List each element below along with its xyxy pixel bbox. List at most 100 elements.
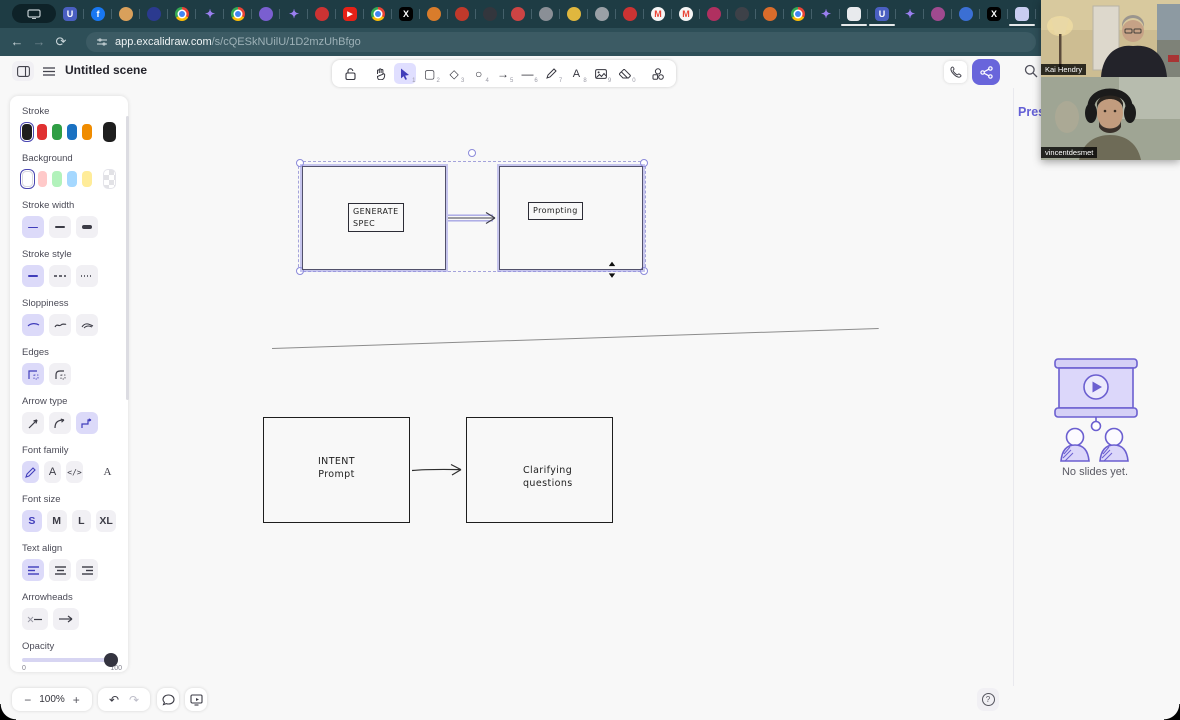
stroke-style-dotted[interactable]: [76, 265, 98, 287]
tab-search-pill[interactable]: [12, 4, 56, 23]
stroke-width-extrabold[interactable]: [76, 216, 98, 238]
stroke-color-black[interactable]: [19, 122, 35, 142]
intent-prompt-text[interactable]: INTENT Prompt: [264, 456, 409, 482]
font-hand-drawn[interactable]: [22, 461, 39, 483]
participant-video-2[interactable]: vincentdesmet: [1041, 77, 1180, 160]
browser-tab[interactable]: [840, 0, 868, 28]
panel-scrollbar[interactable]: [126, 116, 129, 400]
site-settings-icon[interactable]: [96, 36, 108, 48]
stroke-color-red[interactable]: [37, 124, 48, 140]
opacity-slider[interactable]: [22, 653, 118, 667]
font-size-l[interactable]: L: [71, 510, 92, 532]
bg-color-blue[interactable]: [67, 171, 78, 187]
scene-title[interactable]: Untitled scene: [65, 63, 147, 77]
browser-tab[interactable]: [784, 0, 812, 28]
eraser-tool[interactable]: 0: [614, 63, 636, 84]
rect-generate-spec[interactable]: GENERATE SPEC: [302, 166, 446, 270]
align-left[interactable]: [22, 559, 44, 581]
arrow-generate-to-prompting[interactable]: [446, 209, 502, 227]
rectangle-tool[interactable]: ▢ 2: [418, 63, 440, 85]
browser-tab[interactable]: [700, 0, 728, 28]
font-size-xl[interactable]: XL: [96, 510, 116, 532]
arrow-type-curved[interactable]: [49, 412, 71, 434]
browser-tab[interactable]: ✦: [812, 0, 840, 28]
undo-button[interactable]: ↶: [109, 693, 119, 707]
back-button[interactable]: ←: [8, 33, 26, 51]
browser-tab[interactable]: [140, 0, 168, 28]
bg-color-pink[interactable]: [37, 171, 48, 187]
stroke-style-solid[interactable]: [22, 265, 44, 287]
browser-tab[interactable]: U: [56, 0, 84, 28]
browser-tab[interactable]: [112, 0, 140, 28]
rect-clarifying-questions[interactable]: Clarifying questions: [466, 417, 613, 523]
line-tool[interactable]: —6: [516, 63, 538, 85]
browser-tab[interactable]: [308, 0, 336, 28]
text-tool[interactable]: A8: [565, 63, 587, 85]
zoom-level[interactable]: 100%: [39, 694, 65, 705]
more-tools-button[interactable]: [647, 63, 669, 84]
lock-tool[interactable]: [339, 63, 361, 84]
ellipse-tool[interactable]: ○ 4: [467, 63, 489, 85]
font-other[interactable]: A: [99, 461, 116, 483]
stroke-color-green[interactable]: [52, 124, 63, 140]
font-code[interactable]: </>: [66, 461, 83, 483]
clarifying-questions-text[interactable]: Clarifying questions: [523, 465, 573, 491]
stroke-current-color[interactable]: [103, 122, 116, 142]
arrow-tool[interactable]: → 5: [492, 63, 514, 85]
browser-tab[interactable]: [532, 0, 560, 28]
browser-tab[interactable]: [924, 0, 952, 28]
browser-tab[interactable]: [1008, 0, 1036, 28]
comment-button[interactable]: [157, 688, 179, 711]
stroke-width-bold[interactable]: [49, 216, 71, 238]
arrowhead-start[interactable]: [22, 608, 48, 630]
presentation-button[interactable]: [185, 688, 207, 711]
selection-rotate-handle[interactable]: [468, 149, 476, 157]
font-normal[interactable]: A: [44, 461, 61, 483]
zoom-out-button[interactable]: −: [24, 693, 31, 707]
share-button[interactable]: [972, 59, 1000, 85]
browser-tab[interactable]: [252, 0, 280, 28]
browser-tab[interactable]: [952, 0, 980, 28]
browser-tab[interactable]: [616, 0, 644, 28]
selection-tool[interactable]: 1: [393, 63, 417, 84]
browser-tab[interactable]: [420, 0, 448, 28]
browser-tab[interactable]: [756, 0, 784, 28]
stroke-color-blue[interactable]: [67, 124, 78, 140]
browser-tab[interactable]: M: [644, 0, 672, 28]
bg-color-yellow[interactable]: [82, 171, 92, 187]
browser-tab[interactable]: U: [868, 0, 896, 28]
search-icon[interactable]: [1024, 64, 1038, 83]
sloppiness-architect[interactable]: [22, 314, 44, 336]
arrow-intent-to-clarifying[interactable]: [410, 461, 466, 479]
sidebar-toggle-button[interactable]: [12, 61, 34, 81]
stroke-style-dashed[interactable]: [49, 265, 71, 287]
font-size-m[interactable]: M: [46, 510, 67, 532]
arrow-type-elbow[interactable]: [76, 412, 98, 434]
redo-button[interactable]: ↷: [129, 693, 139, 707]
forward-button[interactable]: →: [30, 33, 48, 51]
browser-tab[interactable]: [504, 0, 532, 28]
canvas-line[interactable]: [272, 327, 879, 349]
help-button[interactable]: ?: [977, 688, 999, 711]
rect-prompting[interactable]: Prompting: [499, 166, 643, 270]
align-center[interactable]: [49, 559, 71, 581]
zoom-in-button[interactable]: +: [73, 693, 80, 707]
menu-button[interactable]: [39, 61, 59, 81]
sloppiness-cartoonist[interactable]: [76, 314, 98, 336]
edges-sharp[interactable]: [22, 363, 44, 385]
reload-button[interactable]: ⟳: [52, 33, 70, 51]
browser-tab[interactable]: X: [980, 0, 1008, 28]
stroke-color-orange[interactable]: [82, 124, 93, 140]
align-right[interactable]: [76, 559, 98, 581]
opacity-slider-knob[interactable]: [104, 653, 118, 667]
edges-round[interactable]: [49, 363, 71, 385]
browser-tab[interactable]: [560, 0, 588, 28]
browser-tab[interactable]: M: [672, 0, 700, 28]
browser-tab[interactable]: [448, 0, 476, 28]
browser-tab[interactable]: f: [84, 0, 112, 28]
browser-tab[interactable]: [728, 0, 756, 28]
voice-call-button[interactable]: [944, 61, 967, 83]
browser-tab[interactable]: X: [392, 0, 420, 28]
font-size-s[interactable]: S: [22, 510, 42, 532]
participant-video-1[interactable]: Kai Hendry: [1041, 0, 1180, 77]
